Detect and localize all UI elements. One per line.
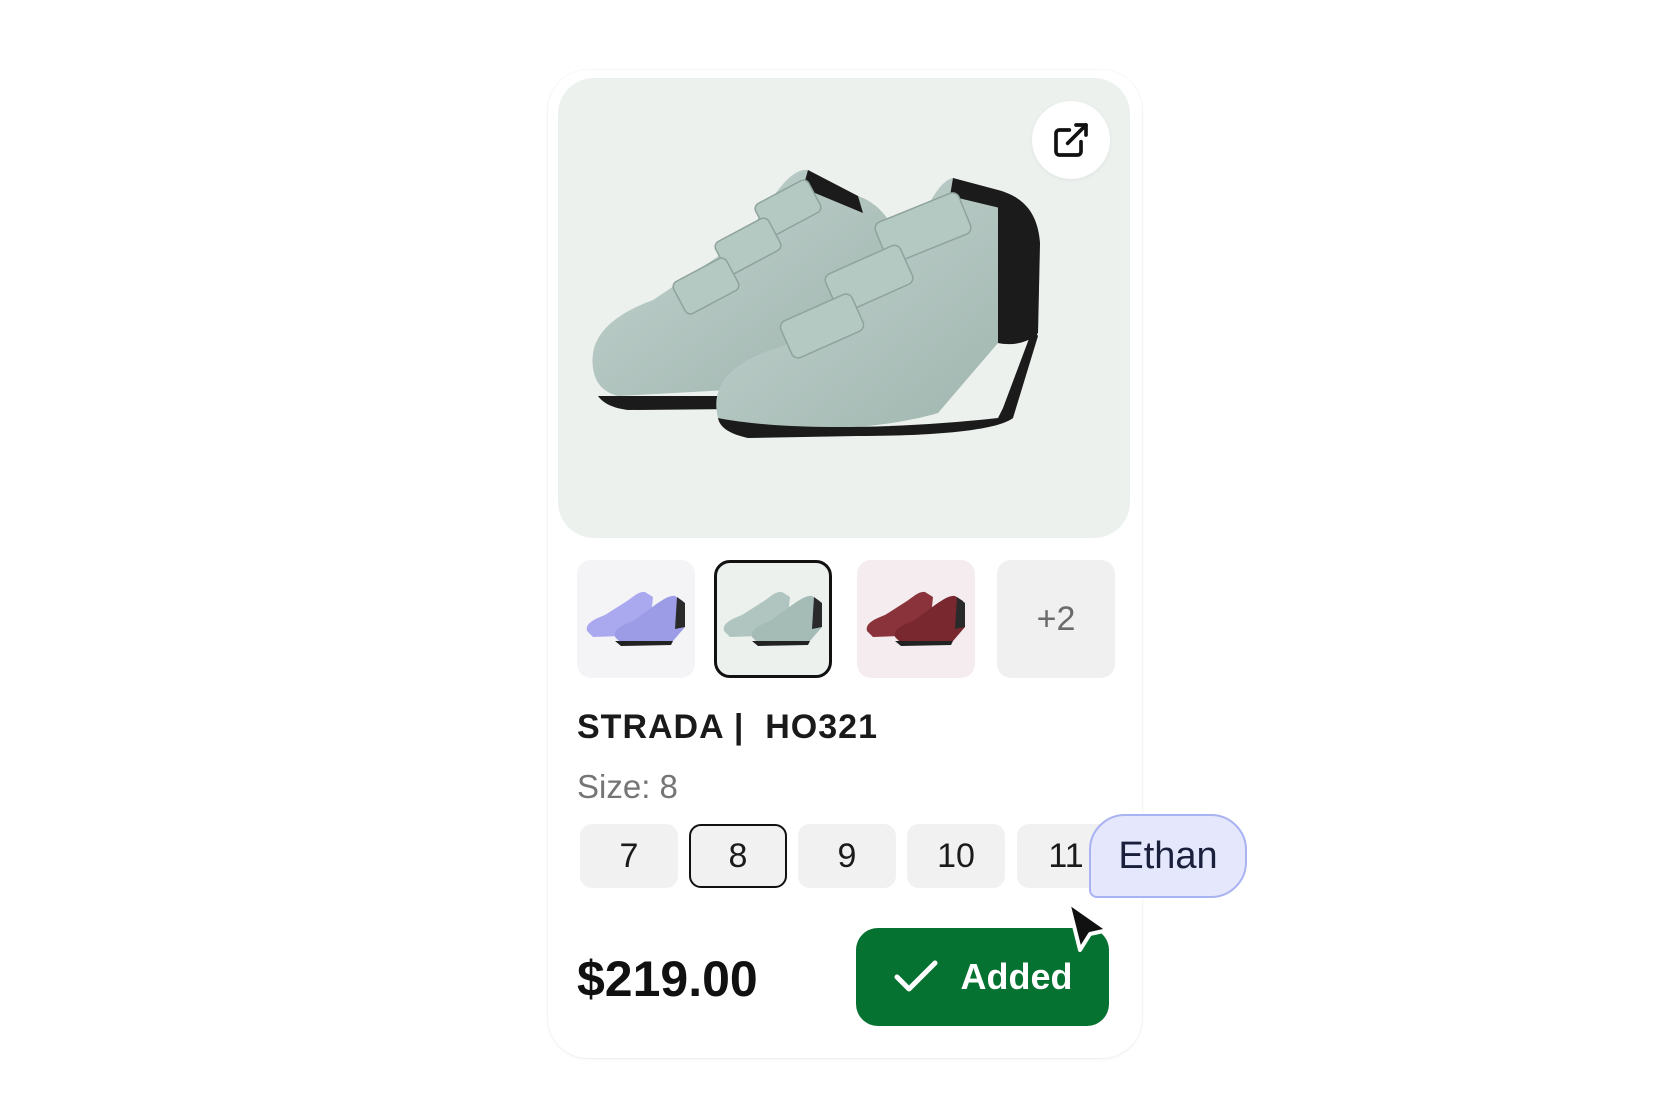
thumbnail-burgundy[interactable] [857, 560, 975, 678]
more-colors-button[interactable]: +2 [997, 560, 1115, 678]
open-external-button[interactable] [1032, 101, 1110, 179]
shoe-thumbnail-icon [723, 591, 822, 646]
checkmark-icon [894, 960, 937, 992]
collaborator-cursor-icon [1066, 900, 1110, 952]
size-option-8[interactable]: 8 [689, 824, 787, 888]
size-option-7[interactable]: 7 [580, 824, 678, 888]
size-option-9[interactable]: 9 [798, 824, 896, 888]
product-title: STRADA | HO321 [577, 708, 878, 746]
thumbnail-lavender[interactable] [577, 560, 695, 678]
more-colors-label: +2 [1036, 599, 1076, 638]
product-price: $219.00 [577, 951, 758, 1007]
shoe-thumbnail-icon [866, 591, 965, 646]
collaborator-name: Ethan [1118, 834, 1218, 877]
external-link-icon [1054, 123, 1088, 157]
thumbnail-sage[interactable] [714, 560, 832, 678]
size-option-10[interactable]: 10 [907, 824, 1005, 888]
shoe-thumbnail-icon [586, 591, 685, 646]
added-button-label: Added [960, 956, 1073, 997]
collaborator-name-tag: Ethan [1089, 814, 1247, 898]
selected-size-label: Size: 8 [577, 768, 678, 805]
